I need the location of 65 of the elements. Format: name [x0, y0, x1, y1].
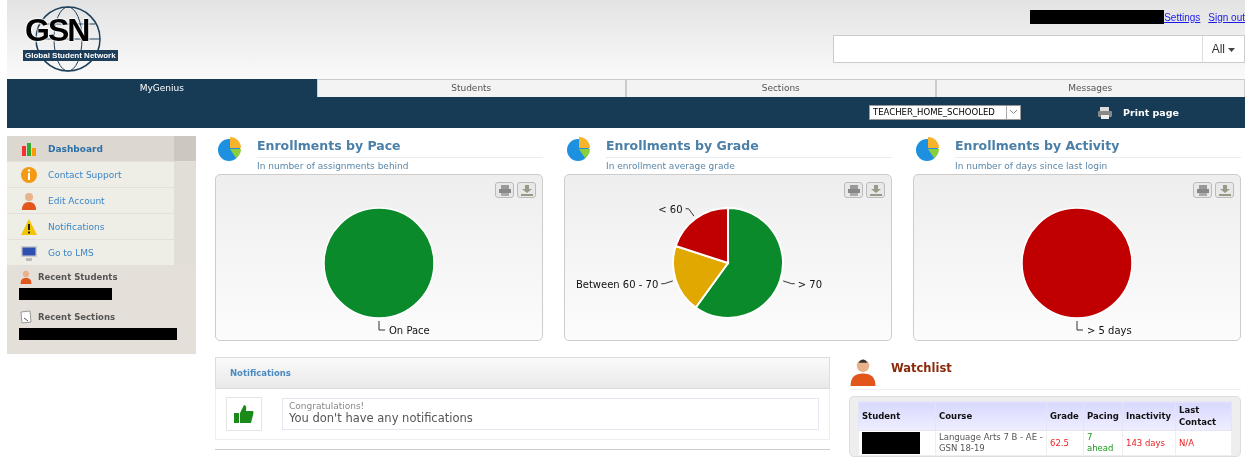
person-icon — [20, 191, 38, 210]
table-cell: N/A — [1179, 437, 1195, 448]
print-icon[interactable] — [495, 182, 514, 198]
panel-title: Notifications — [230, 368, 291, 378]
slice-label: < 60 — [658, 203, 683, 215]
print-page-link[interactable]: Print page — [1123, 107, 1179, 118]
download-icon[interactable] — [517, 182, 536, 198]
redaction-bar — [862, 432, 920, 454]
print-icon[interactable] — [1193, 182, 1212, 198]
paper-icon — [19, 310, 33, 324]
column-header: Pacing — [1083, 401, 1123, 431]
header-link[interactable]: Sign out — [1208, 11, 1245, 23]
pie-chart-icon — [566, 136, 592, 162]
slice-label: Between 60 - 70 — [575, 278, 659, 290]
section-heading: Recent Sections — [38, 312, 116, 322]
warning-icon — [20, 217, 38, 236]
search-field[interactable]: All — [833, 35, 1245, 63]
monitor-icon — [20, 243, 38, 262]
header-link[interactable]: Settings — [1164, 11, 1201, 23]
leader-line — [685, 208, 695, 217]
nav-tab[interactable]: MyGenius — [7, 79, 317, 97]
info-icon — [20, 165, 38, 184]
print-icon[interactable] — [844, 182, 863, 198]
column-header: Last Contact — [1175, 401, 1232, 431]
section-heading: Recent Students — [38, 272, 118, 282]
chart-title: Enrollments by Activity — [955, 136, 1241, 158]
message-text: You don't have any notifications — [289, 411, 474, 425]
message-heading: Congratulations! — [289, 401, 366, 411]
slice-label: On Pace — [389, 325, 430, 336]
chart-subtitle: In number of days since last login — [955, 160, 1109, 171]
leader-line — [378, 320, 386, 331]
column-header: Course — [935, 401, 1047, 431]
sidebar-item[interactable]: Dashboard — [7, 136, 196, 161]
slice-label: > 70 — [797, 278, 822, 290]
person-icon — [19, 270, 33, 284]
column-header: Grade — [1046, 401, 1084, 431]
chart-subtitle: In number of assignments behind — [257, 160, 410, 171]
nav-tab[interactable]: Students — [316, 79, 626, 97]
caret-icon — [1228, 47, 1236, 52]
thumbs-up-icon — [226, 397, 262, 431]
table-cell: Language Arts 7 B - AE - GSN 18-19 — [939, 432, 1043, 453]
table-cell: 143 days — [1126, 437, 1165, 448]
logo-subtitle: Global Student Network — [23, 50, 118, 61]
person-icon — [849, 357, 877, 387]
leader-line — [782, 280, 796, 285]
column-header: Student — [858, 401, 936, 431]
table-cell: 7 ahead — [1087, 432, 1114, 453]
role-select[interactable]: TEACHER_HOME_SCHOOLED — [869, 105, 1021, 120]
download-icon[interactable] — [866, 182, 885, 198]
download-icon[interactable] — [1215, 182, 1234, 198]
caret-icon — [1010, 110, 1017, 114]
chart-title: Enrollments by Grade — [606, 136, 892, 158]
nav-tab[interactable]: Sections — [626, 79, 936, 97]
chart-subtitle: In enrollment average grade — [606, 160, 736, 171]
pie-chart-icon — [217, 136, 243, 162]
column-header: Inactivity — [1122, 401, 1176, 431]
table-cell: 62.5 — [1050, 437, 1069, 448]
leader-line — [660, 280, 674, 285]
chart-title: Enrollments by Pace — [257, 136, 543, 158]
watchlist-title: Watchlist — [891, 361, 952, 375]
slice-label: > 5 days — [1087, 325, 1132, 336]
pie-chart-icon — [915, 136, 941, 162]
printer-icon — [1097, 105, 1113, 120]
leader-line — [1076, 320, 1084, 331]
nav-tab[interactable]: Messages — [935, 79, 1245, 97]
